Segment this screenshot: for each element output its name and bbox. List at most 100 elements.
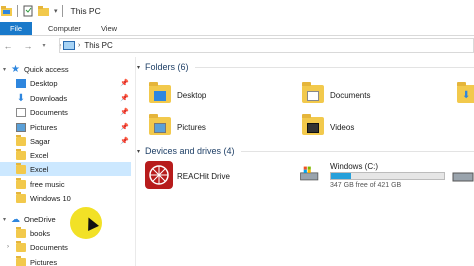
expand-right-icon[interactable]: › [7,244,9,250]
drive-usage-bar [330,172,445,180]
folder-tile-documents[interactable]: Documents [302,81,442,111]
window-title: This PC [70,6,101,16]
back-arrow-icon[interactable]: ← [2,41,14,51]
nav-item-free-music[interactable]: free music [0,177,131,191]
expand-down-icon[interactable]: ▾ [3,216,6,223]
explorer-icon [1,6,12,16]
quick-access-toolbar-dropdown-icon[interactable]: ▾ [54,7,58,15]
nav-item-books[interactable]: books [0,226,131,240]
nav-label: free music [30,179,65,189]
nav-label: Pictures [30,257,58,266]
nav-item-onedrive-documents[interactable]: › Documents [0,240,131,254]
divider [194,66,474,68]
nav-label: Excel [30,150,49,160]
drive-tile-partial[interactable] [451,165,474,193]
content-pane[interactable]: ▾ Folders (6) Desktop Documents ⬇ Pictur… [137,57,474,266]
folder-icon [16,240,26,252]
breadcrumb-this-pc[interactable]: This PC [84,41,112,50]
folder-icon [16,191,26,203]
pin-icon[interactable]: 📌 [120,108,129,116]
nav-item-excel-hovered[interactable]: Excel [0,162,131,176]
group-title: Devices and drives (4) [145,146,235,156]
recent-locations-icon[interactable]: ▾ [38,42,50,49]
desktop-icon [16,78,26,88]
nav-item-onedrive-pictures[interactable]: Pictures [0,255,131,266]
picture-icon [154,123,166,133]
nav-item-excel[interactable]: Excel [0,148,131,162]
folder-icon [16,255,26,266]
folder-tile-desktop[interactable]: Desktop [149,81,289,111]
collapse-icon[interactable]: ▾ [137,64,145,71]
pin-icon[interactable]: 📌 [120,79,129,87]
hard-drive-icon [452,172,474,182]
pin-icon[interactable]: 📌 [120,137,129,145]
drive-free-space: 347 GB free of 421 GB [330,182,402,189]
nav-item-sagar[interactable]: Sagar 📌 [0,134,131,148]
nav-item-downloads[interactable]: ⬇ Downloads 📌 [0,91,131,105]
pin-icon[interactable]: 📌 [120,94,129,102]
nav-label: Documents [30,107,68,117]
nav-item-desktop[interactable]: Desktop 📌 [0,76,131,90]
tab-file[interactable]: File [0,22,32,35]
nav-label: Desktop [30,78,58,88]
nav-item-pictures[interactable]: Pictures 📌 [0,120,131,134]
download-arrow-icon: ⬇ [16,92,26,104]
folder-tile-pictures[interactable]: Pictures [149,113,289,143]
devices-group-header[interactable]: ▾ Devices and drives (4) [137,146,474,156]
new-folder-icon[interactable] [38,5,50,17]
folder-icon [16,134,26,146]
document-icon [16,107,26,117]
forward-arrow-icon[interactable]: → [22,41,34,51]
desktop-icon [154,91,166,101]
tab-computer[interactable]: Computer [38,22,91,35]
folder-icon [16,177,26,189]
drive-tile-reachit[interactable]: REACHit Drive [145,161,295,193]
folders-group-header[interactable]: ▾ Folders (6) [137,62,474,72]
pin-icon[interactable]: 📌 [120,123,129,131]
properties-icon[interactable] [22,5,34,17]
folder-tile-videos[interactable]: Videos [302,113,442,143]
this-pc-icon [63,41,75,50]
download-arrow-icon: ⬇ [462,90,471,101]
film-icon [307,123,319,133]
nav-label: books [30,228,51,238]
pane-divider[interactable] [135,57,136,266]
reachit-drive-icon [145,161,173,189]
nav-label: Pictures [30,122,58,132]
nav-onedrive[interactable]: ▾ ☁ OneDrive [0,212,131,226]
nav-label: Quick access [24,64,69,74]
nav-label: Documents [30,242,68,252]
drive-tile-windows-c[interactable]: Windows (C:) 347 GB free of 421 GB [297,161,457,193]
tile-label: Pictures [177,123,206,132]
title-bar: ▾ This PC [0,0,474,22]
title-separator [61,5,63,17]
nav-label: OneDrive [24,214,56,224]
address-bar[interactable]: › This PC [59,38,474,53]
drive-name: Windows (C:) [330,162,379,171]
tile-label: REACHit Drive [177,172,230,181]
drive-usage-fill [331,173,352,179]
address-row: ← → ▾ ↑ › This PC [0,37,474,54]
navigation-pane[interactable]: ▾ ★ Quick access Desktop 📌 ⬇ Downloads 📌… [0,57,135,266]
chevron-right-icon[interactable]: › [78,42,80,49]
expand-down-icon[interactable]: ▾ [3,66,6,73]
nav-label: Windows 10 [30,193,71,203]
tile-label: Desktop [177,91,207,100]
tile-label: Videos [330,123,355,132]
folder-icon [16,162,26,174]
nav-label: Sagar [30,136,51,146]
divider [240,150,474,152]
ribbon-tabs: File Computer View [0,22,474,36]
folder-icon [16,148,26,160]
group-title: Folders (6) [145,62,189,72]
document-icon [307,91,319,101]
hard-drive-icon [300,166,319,181]
tab-view[interactable]: View [91,22,127,35]
nav-quick-access[interactable]: ▾ ★ Quick access [0,62,131,76]
collapse-icon[interactable]: ▾ [137,148,145,155]
star-icon: ★ [11,63,20,75]
folder-tile-downloads[interactable]: ⬇ [457,81,474,111]
nav-label: Excel [30,164,49,174]
nav-item-windows-10[interactable]: Windows 10 [0,191,131,205]
nav-item-documents[interactable]: Documents 📌 [0,105,131,119]
